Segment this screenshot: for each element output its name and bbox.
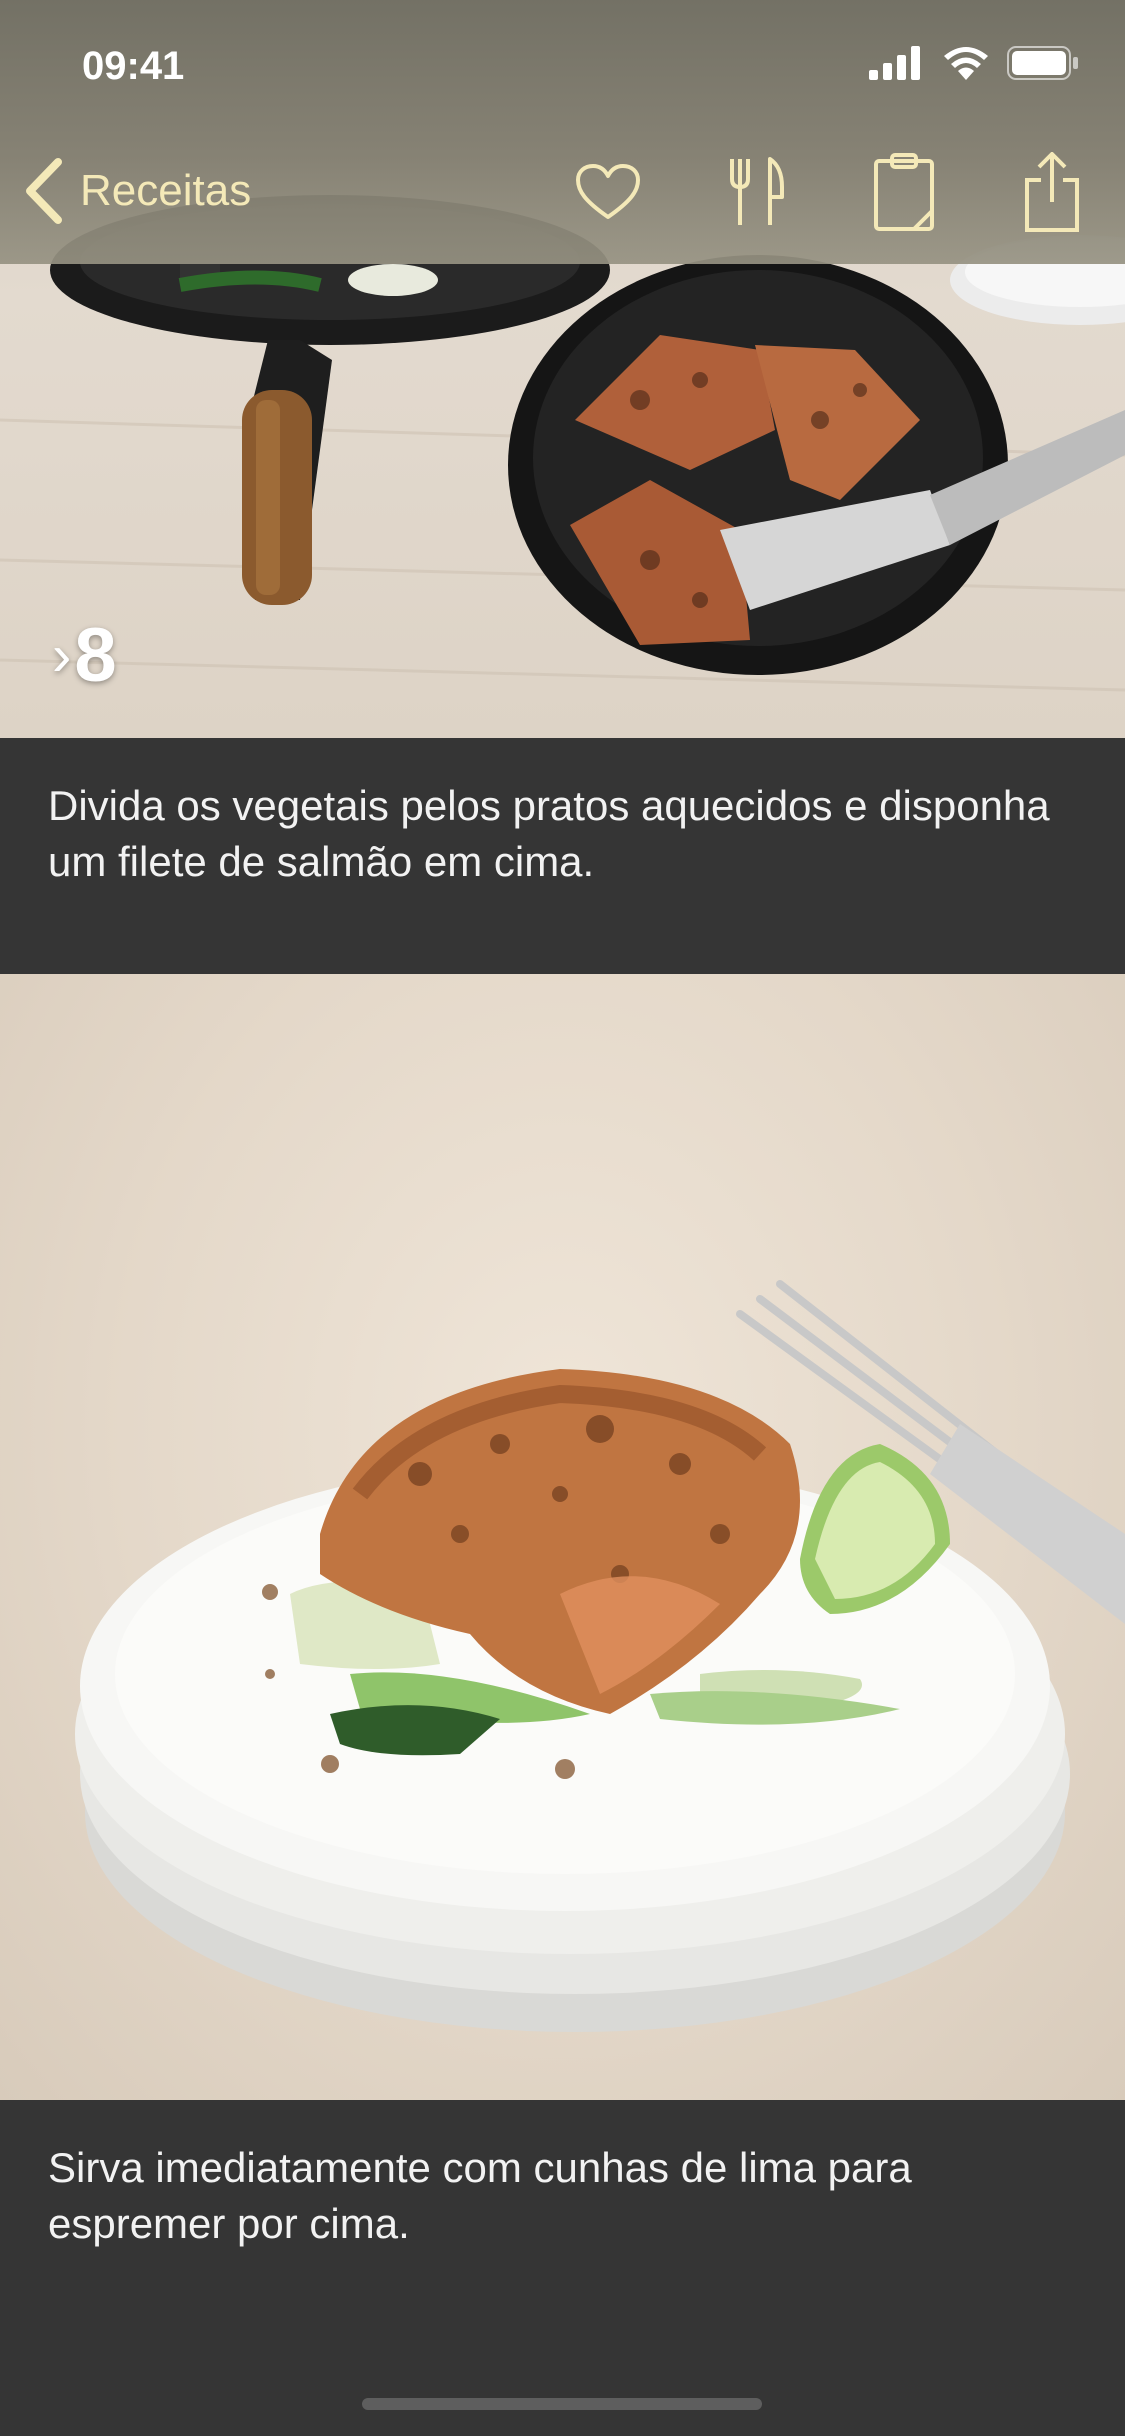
clipboard-icon bbox=[874, 153, 934, 231]
heart-icon bbox=[576, 164, 640, 219]
step-8-text: Divida os vegetais pelos pratos aquecido… bbox=[48, 782, 1050, 885]
step-number: ›8 bbox=[52, 613, 118, 698]
chevron-left-icon bbox=[26, 158, 62, 224]
home-indicator bbox=[362, 2398, 762, 2410]
nav-actions bbox=[575, 152, 1085, 232]
utensils-button[interactable] bbox=[723, 152, 789, 232]
status-icons bbox=[869, 46, 1079, 80]
step-8-instruction: Divida os vegetais pelos pratos aquecido… bbox=[0, 738, 1125, 974]
step-9-text: Sirva imediatamente com cunhas de lima p… bbox=[48, 2144, 912, 2247]
share-icon bbox=[1025, 152, 1079, 232]
step-9-photo bbox=[0, 974, 1125, 2100]
step-9-instruction: Sirva imediatamente com cunhas de lima p… bbox=[0, 2100, 1125, 2436]
battery-icon bbox=[1007, 46, 1078, 80]
shopping-list-button[interactable] bbox=[871, 152, 937, 232]
cellular-signal-icon bbox=[869, 46, 920, 80]
favorite-button[interactable] bbox=[575, 152, 641, 232]
utensils-icon bbox=[730, 157, 784, 225]
back-button-label: Receitas bbox=[80, 166, 252, 215]
back-button[interactable]: Receitas bbox=[24, 158, 251, 224]
navigation-bar: 09:41 Receitas bbox=[0, 0, 1125, 264]
share-button[interactable] bbox=[1019, 152, 1085, 232]
wifi-icon bbox=[944, 47, 988, 80]
status-time: 09:41 bbox=[82, 44, 185, 88]
